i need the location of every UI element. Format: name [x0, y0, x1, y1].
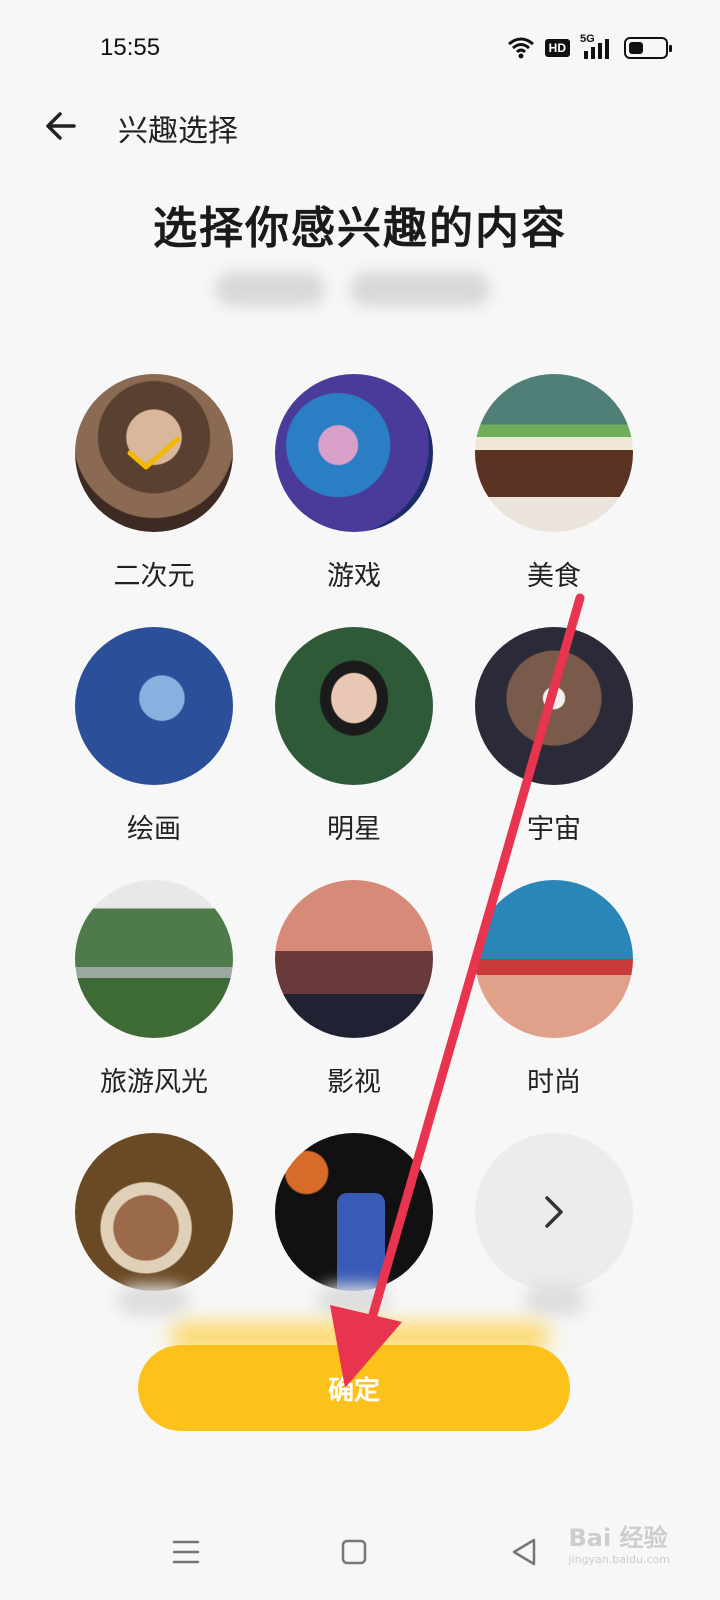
page-title: 兴趣选择	[118, 114, 238, 149]
blurred-subtitle-part2	[350, 272, 490, 306]
interest-travel[interactable]: 旅游风光	[74, 880, 234, 1099]
interest-label: 二次元	[113, 561, 195, 592]
battery-icon	[624, 37, 672, 59]
celebrity-image	[275, 627, 433, 785]
travel-image	[75, 880, 233, 1038]
wifi-icon	[507, 37, 534, 59]
system-nav-bar: Bai 经验 jingyan.baidu.com	[0, 1490, 720, 1600]
more-interests-button[interactable]	[474, 1133, 634, 1291]
back-button[interactable]	[40, 106, 84, 146]
culture-image	[75, 1133, 233, 1291]
interest-celebrity[interactable]: 明星	[274, 627, 434, 846]
confirm-button[interactable]: 确定	[138, 1345, 570, 1431]
interest-games[interactable]: 游戏	[274, 374, 434, 593]
interest-film[interactable]: 影视	[274, 880, 434, 1099]
interest-label: 宇宙	[527, 814, 581, 845]
more-circle	[475, 1133, 633, 1291]
chevron-right-icon	[545, 1196, 563, 1228]
app-header: 兴趣选择	[0, 90, 720, 162]
interest-label: 影视	[327, 1067, 381, 1098]
interest-label: 旅游风光	[100, 1067, 208, 1098]
status-icons: HD 5G	[507, 33, 672, 62]
interest-label: 美食	[527, 561, 581, 592]
main-heading: 选择你感兴趣的内容	[153, 203, 567, 254]
back-nav-icon[interactable]	[504, 1532, 544, 1572]
interest-label: 明星	[327, 814, 381, 845]
food-image	[475, 374, 633, 532]
interest-universe[interactable]: 宇宙	[474, 627, 634, 846]
hd-badge: HD	[544, 39, 570, 57]
watermark-brand: Bai 经验	[568, 1524, 668, 1552]
interest-culture[interactable]	[74, 1133, 234, 1291]
interest-label: 绘画	[127, 814, 181, 845]
blurred-label-1	[118, 1285, 188, 1315]
blurred-label-2	[318, 1285, 388, 1315]
games-image	[275, 374, 433, 532]
home-icon[interactable]	[334, 1532, 374, 1572]
painting-image	[75, 627, 233, 785]
sports-player-shape	[337, 1193, 385, 1291]
fashion-image	[475, 880, 633, 1038]
sports-image	[275, 1133, 433, 1291]
status-bar: 15:55 HD 5G	[0, 0, 720, 90]
cellular-signal-icon: 5G	[580, 33, 614, 61]
film-image	[275, 880, 433, 1038]
blurred-subtitle-part1	[215, 272, 325, 306]
interest-fashion[interactable]: 时尚	[474, 880, 634, 1099]
interest-food[interactable]: 美食	[474, 374, 634, 593]
interest-anime[interactable]: 二次元	[74, 374, 234, 593]
interest-label: 时尚	[527, 1067, 581, 1098]
status-time: 15:55	[100, 34, 161, 61]
check-icon	[127, 436, 181, 470]
back-arrow-icon	[46, 112, 76, 140]
baidu-watermark: Bai 经验 jingyan.baidu.com	[568, 1518, 670, 1566]
interest-painting[interactable]: 绘画	[74, 627, 234, 846]
network-type: 5G	[580, 33, 595, 45]
menu-icon[interactable]	[166, 1532, 206, 1572]
watermark-url: jingyan.baidu.com	[568, 1553, 670, 1566]
interest-label: 游戏	[327, 561, 381, 592]
blurred-label-3	[525, 1285, 585, 1315]
interest-sports[interactable]	[274, 1133, 434, 1291]
universe-image	[475, 627, 633, 785]
anime-image	[75, 374, 233, 532]
